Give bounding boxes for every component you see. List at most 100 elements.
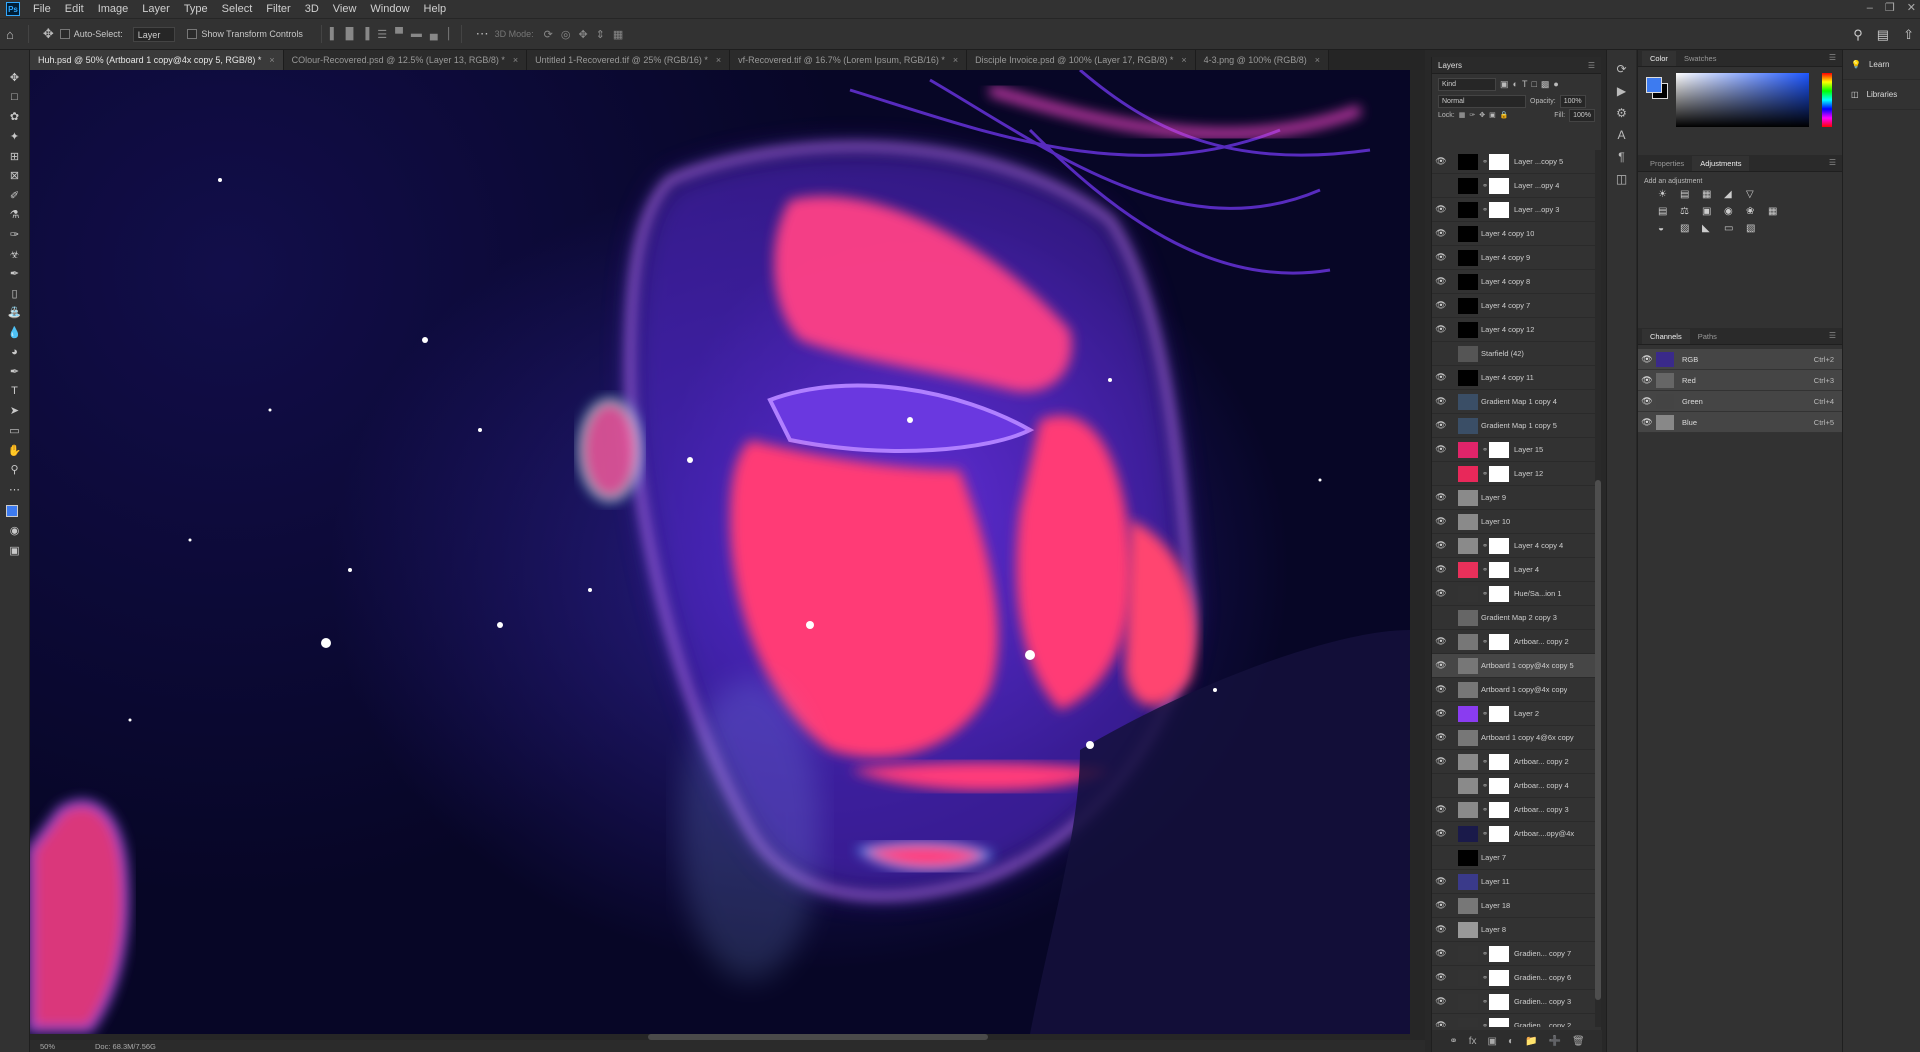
eye-icon[interactable]: 👁: [1432, 348, 1450, 359]
layer-mask-thumbnail[interactable]: [1489, 1017, 1509, 1027]
doc-tab-huh[interactable]: Huh.psd @ 50% (Artboard 1 copy@4x copy 5…: [30, 50, 284, 70]
layer-mask-thumbnail[interactable]: [1489, 465, 1509, 482]
layer-row[interactable]: 👁 Artboard 1 copy@4x copy 5: [1432, 654, 1596, 678]
layer-row[interactable]: 👁 ⚭ Artboar... copy 4: [1432, 774, 1596, 798]
show-transform-checkbox[interactable]: [187, 29, 198, 39]
fx-icon[interactable]: fx: [1469, 1036, 1477, 1047]
layer-row[interactable]: 👁 Layer 8: [1432, 918, 1596, 942]
character-panel-icon[interactable]: A: [1617, 128, 1625, 142]
libraries-panel-button[interactable]: ◫ Libraries: [1843, 80, 1920, 110]
eye-icon[interactable]: 👁: [1432, 804, 1450, 815]
layer-thumbnail[interactable]: [1458, 777, 1478, 794]
layer-thumbnail[interactable]: [1458, 369, 1478, 386]
eye-icon[interactable]: 👁: [1432, 492, 1450, 503]
layer-thumbnail[interactable]: [1458, 273, 1478, 290]
color-tab[interactable]: Color: [1642, 51, 1676, 66]
clone-stamp-tool-icon[interactable]: ☣: [6, 244, 24, 264]
path-select-tool-icon[interactable]: ➤: [6, 401, 24, 421]
dodge-tool-icon[interactable]: ◕: [6, 342, 24, 362]
layer-row[interactable]: 👁 Layer 4 copy 10: [1432, 222, 1596, 246]
menu-image[interactable]: Image: [91, 0, 136, 18]
layer-mask-thumbnail[interactable]: [1489, 585, 1509, 602]
layer-thumbnail[interactable]: [1458, 873, 1478, 890]
channel-row[interactable]: 👁 Green Ctrl+4: [1638, 391, 1842, 412]
doc-tab-vf[interactable]: vf-Recovered.tif @ 16.7% (Lorem Ipsum, R…: [730, 50, 968, 70]
layer-thumbnail[interactable]: [1458, 681, 1478, 698]
blend-mode-dropdown[interactable]: Normal: [1438, 94, 1526, 108]
color-lookup-icon[interactable]: ▦: [1768, 206, 1784, 217]
eye-icon[interactable]: 👁: [1638, 354, 1656, 365]
layer-thumbnail[interactable]: [1458, 297, 1478, 314]
chain-link-icon[interactable]: ⚭: [1481, 638, 1489, 646]
eye-icon[interactable]: 👁: [1432, 852, 1450, 863]
lock-position-icon[interactable]: ✥: [1479, 111, 1485, 119]
eye-icon[interactable]: 👁: [1432, 276, 1450, 287]
eye-icon[interactable]: 👁: [1432, 204, 1450, 215]
gradient-map-icon[interactable]: ▭: [1724, 223, 1740, 234]
layer-row[interactable]: 👁 Gradient Map 1 copy 5: [1432, 414, 1596, 438]
foreground-color-swatch[interactable]: [5, 505, 24, 524]
eye-icon[interactable]: 👁: [1432, 828, 1450, 839]
levels-icon[interactable]: ▤: [1680, 189, 1696, 200]
close-tab-icon[interactable]: ×: [269, 55, 274, 65]
quick-select-tool-icon[interactable]: ✦: [6, 127, 24, 147]
screen-mode-icon[interactable]: ▣: [6, 541, 24, 561]
type-tool-icon[interactable]: T: [6, 382, 24, 402]
eye-icon[interactable]: 👁: [1432, 660, 1450, 671]
layer-row[interactable]: 👁 Layer 10: [1432, 510, 1596, 534]
hue-slider[interactable]: [1822, 73, 1832, 127]
align-middle-icon[interactable]: ▬: [411, 28, 422, 41]
layer-mask-thumbnail[interactable]: [1489, 201, 1509, 218]
layer-row[interactable]: 👁 Artboard 1 copy@4x copy: [1432, 678, 1596, 702]
layer-mask-thumbnail[interactable]: [1489, 753, 1509, 770]
home-icon[interactable]: ⌂: [6, 27, 14, 42]
eye-icon[interactable]: 👁: [1432, 180, 1450, 191]
lock-paint-icon[interactable]: ✑: [1469, 111, 1475, 119]
color-balance-icon[interactable]: ⚖: [1680, 206, 1696, 217]
doc-tab-invoice[interactable]: Disciple Invoice.psd @ 100% (Layer 17, R…: [967, 50, 1196, 70]
chain-link-icon[interactable]: ⚭: [1481, 782, 1489, 790]
menu-type[interactable]: Type: [177, 0, 215, 18]
layer-thumbnail[interactable]: [1458, 201, 1478, 218]
layer-mask-thumbnail[interactable]: [1489, 945, 1509, 962]
smart-object-filter-icon[interactable]: ▩: [1541, 79, 1550, 90]
layer-thumbnail[interactable]: [1458, 657, 1478, 674]
eyedropper-tool-icon[interactable]: ✐: [6, 186, 24, 206]
layer-thumbnail[interactable]: [1458, 513, 1478, 530]
filter-toggle-icon[interactable]: ●: [1553, 79, 1558, 89]
layer-row[interactable]: 👁 Starfield (42): [1432, 342, 1596, 366]
layers-scrollbar[interactable]: [1595, 150, 1601, 1027]
close-tab-icon[interactable]: ×: [513, 55, 518, 65]
layer-thumbnail[interactable]: [1458, 153, 1478, 170]
channel-row[interactable]: 👁 RGB Ctrl+2: [1638, 349, 1842, 370]
layers-tab[interactable]: Layers: [1438, 61, 1462, 70]
layer-thumbnail[interactable]: [1458, 489, 1478, 506]
align-right-icon[interactable]: ▐: [361, 28, 369, 41]
show-transform-option[interactable]: Show Transform Controls: [187, 29, 303, 39]
layer-thumbnail[interactable]: [1458, 609, 1478, 626]
crop-tool-icon[interactable]: ⊞: [6, 146, 24, 166]
layer-row[interactable]: 👁 ⚭ Artboar... copy 2: [1432, 630, 1596, 654]
chain-link-icon[interactable]: ⚭: [1481, 806, 1489, 814]
hand-tool-icon[interactable]: ✋: [6, 440, 24, 460]
roll-3d-icon[interactable]: ◎: [561, 28, 571, 41]
eye-icon[interactable]: 👁: [1432, 996, 1450, 1007]
search-icon[interactable]: ⚲: [1853, 27, 1863, 43]
layer-row[interactable]: 👁 ⚭ Layer 2: [1432, 702, 1596, 726]
chain-link-icon[interactable]: ⚭: [1481, 758, 1489, 766]
chain-link-icon[interactable]: ⚭: [1481, 182, 1489, 190]
chain-link-icon[interactable]: ⚭: [1481, 542, 1489, 550]
eye-icon[interactable]: 👁: [1638, 417, 1656, 428]
eye-icon[interactable]: 👁: [1432, 396, 1450, 407]
eye-icon[interactable]: 👁: [1432, 924, 1450, 935]
layer-row[interactable]: 👁 Layer 11: [1432, 870, 1596, 894]
close-tab-icon[interactable]: ×: [1181, 55, 1186, 65]
eye-icon[interactable]: 👁: [1432, 564, 1450, 575]
photo-filter-icon[interactable]: ◉: [1724, 206, 1740, 217]
exposure-icon[interactable]: ◢: [1724, 189, 1740, 200]
eye-icon[interactable]: 👁: [1432, 540, 1450, 551]
layer-row[interactable]: 👁 ⚭ Gradien... copy 3: [1432, 990, 1596, 1014]
layer-mask-thumbnail[interactable]: [1489, 537, 1509, 554]
menu-3d[interactable]: 3D: [298, 0, 326, 18]
layer-row[interactable]: 👁 ⚭ Gradien... copy 2: [1432, 1014, 1596, 1027]
